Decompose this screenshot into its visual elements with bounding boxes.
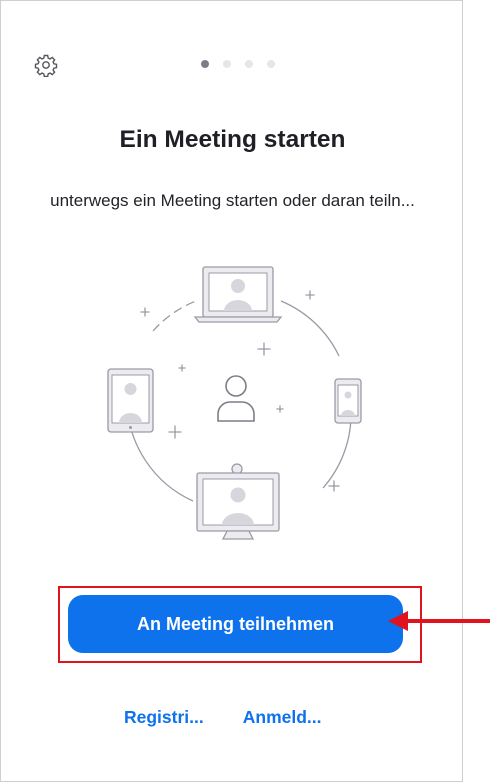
tablet-icon	[107, 368, 154, 433]
annotation-arrow-icon	[388, 611, 490, 631]
app-screen: Ein Meeting starten unterwegs ein Meetin…	[0, 0, 463, 782]
settings-button[interactable]	[32, 51, 60, 79]
page-dot	[245, 60, 253, 68]
register-link[interactable]: Registri...	[124, 707, 204, 728]
page-indicator	[201, 60, 275, 68]
person-icon	[217, 375, 255, 422]
phone-icon	[334, 378, 362, 424]
page-title: Ein Meeting starten	[119, 126, 346, 153]
meeting-devices-illustration	[107, 266, 362, 540]
page-subtitle: unterwegs ein Meeting starten oder daran…	[50, 191, 415, 210]
room-system-icon	[196, 463, 280, 540]
page-dot	[223, 60, 231, 68]
login-link[interactable]: Anmeld...	[243, 707, 322, 728]
page-dot	[267, 60, 275, 68]
gear-icon	[34, 54, 58, 77]
auth-links: Registri... Anmeld...	[124, 707, 322, 728]
join-meeting-button[interactable]: An Meeting teilnehmen	[68, 595, 403, 653]
laptop-icon	[193, 266, 283, 323]
page-dot	[201, 60, 209, 68]
